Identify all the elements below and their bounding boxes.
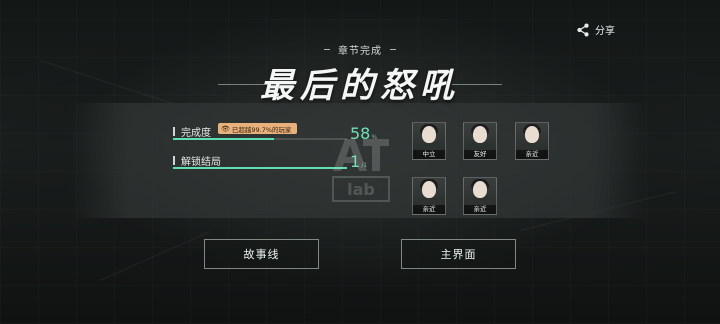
label-marker <box>173 156 175 165</box>
label-marker <box>173 127 175 136</box>
endings-label: 解锁结局 <box>173 153 221 168</box>
storyline-button[interactable]: 故事线 <box>204 239 319 269</box>
relation-label: 中立 <box>413 150 445 159</box>
endings-label-text: 解锁结局 <box>181 157 221 168</box>
chapter-title: 最后的怒吼 <box>260 66 460 106</box>
completion-progress-bar <box>173 138 347 140</box>
endings-progress-fill <box>173 167 347 169</box>
character-face <box>422 181 436 198</box>
main-menu-button-label: 主界面 <box>440 248 477 261</box>
rank-badge: 👁 已超越99.7%的玩家 <box>218 123 297 134</box>
rank-badge-text: 已超越99.7%的玩家 <box>231 125 292 134</box>
watermark-logo: lab <box>327 133 391 205</box>
relation-label: 友好 <box>464 150 496 159</box>
share-button[interactable]: 分享 <box>576 22 615 37</box>
share-label: 分享 <box>595 26 615 37</box>
title-decor-line <box>452 84 502 85</box>
share-icon <box>577 23 589 36</box>
relation-label: 亲近 <box>413 205 445 214</box>
character-face <box>525 126 539 143</box>
svg-text:lab: lab <box>347 180 375 199</box>
chapter-status: 章节完成 <box>0 42 720 57</box>
character-portrait-5[interactable]: 亲近 <box>463 177 497 215</box>
character-portrait-2[interactable]: 友好 <box>463 122 497 160</box>
storyline-button-label: 故事线 <box>243 248 280 261</box>
endings-progress-bar <box>173 167 347 169</box>
completion-label: 完成度 <box>173 124 211 139</box>
character-face <box>473 181 487 198</box>
character-portrait-4[interactable]: 亲近 <box>412 177 446 215</box>
main-menu-button[interactable]: 主界面 <box>401 239 516 269</box>
relation-label: 亲近 <box>516 150 548 159</box>
completion-progress-fill <box>173 138 274 140</box>
title-decor-line <box>218 84 268 85</box>
relation-label: 亲近 <box>464 205 496 214</box>
completion-label-text: 完成度 <box>181 128 211 139</box>
character-face <box>422 126 436 143</box>
divider <box>390 49 396 50</box>
eye-icon: 👁 <box>221 124 230 133</box>
character-face <box>473 126 487 143</box>
divider <box>324 49 330 50</box>
character-portrait-3[interactable]: 亲近 <box>515 122 549 160</box>
character-portrait-1[interactable]: 中立 <box>412 122 446 160</box>
chapter-status-text: 章节完成 <box>338 46 382 57</box>
